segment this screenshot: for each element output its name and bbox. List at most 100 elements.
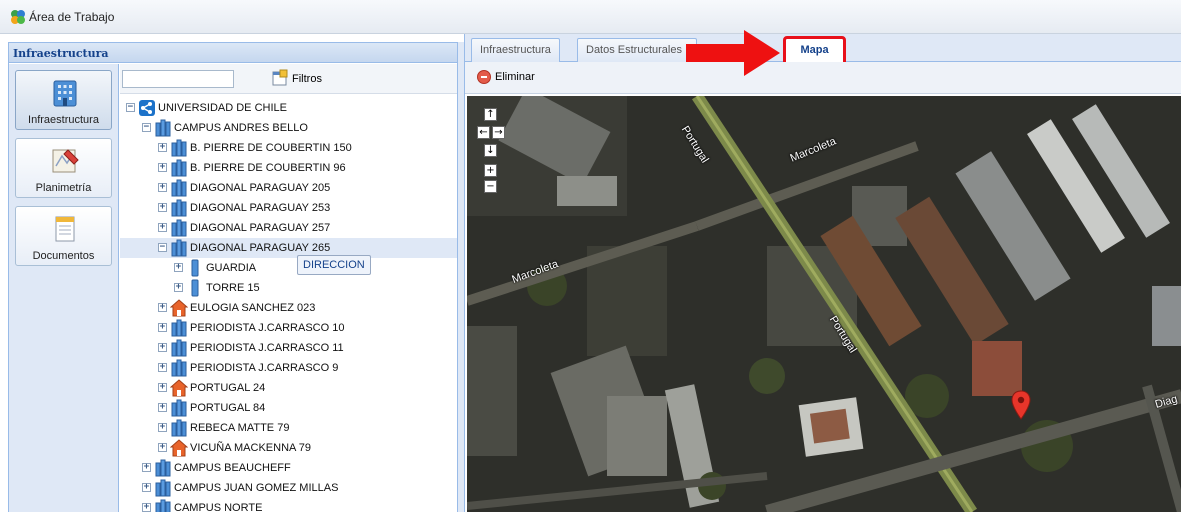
tree-node-label: DIAGONAL PARAGUAY 205: [190, 182, 331, 194]
building-icon: [171, 399, 187, 417]
tab-datos-estructurales[interactable]: Datos Estructurales: [577, 38, 697, 62]
tree-row[interactable]: + DIAGONAL PARAGUAY 257: [120, 218, 457, 238]
pan-up-control[interactable]: ↑: [484, 108, 497, 121]
map-toolbar: Eliminar: [465, 62, 1181, 94]
tower-icon: [191, 279, 199, 297]
collapse-icon[interactable]: −: [158, 243, 167, 252]
expand-icon[interactable]: +: [158, 363, 167, 372]
tree-node-label: PERIODISTA J.CARRASCO 11: [190, 342, 344, 354]
filter-toolbar: Filtros: [120, 64, 457, 94]
tree-row[interactable]: + PERIODISTA J.CARRASCO 10: [120, 318, 457, 338]
expand-icon[interactable]: +: [142, 483, 151, 492]
nav-documentos-button[interactable]: Documentos: [15, 206, 112, 266]
expand-icon[interactable]: +: [158, 163, 167, 172]
tree-row[interactable]: + PORTUGAL 84: [120, 398, 457, 418]
pan-down-control[interactable]: ↓: [484, 144, 497, 157]
building-icon: [171, 419, 187, 437]
zoom-out-control[interactable]: −: [484, 180, 497, 193]
tree-node-label: GUARDIA: [206, 262, 257, 274]
tree-row[interactable]: + PERIODISTA J.CARRASCO 9: [120, 358, 457, 378]
house-icon: [170, 379, 188, 397]
tree-area: Filtros − UNIVERSIDAD DE CHILE − CAMPUS AND…: [120, 64, 457, 512]
building-icon: [171, 139, 187, 157]
expand-icon[interactable]: +: [158, 303, 167, 312]
zoom-in-control[interactable]: +: [484, 164, 497, 177]
tree-row[interactable]: + PORTUGAL 24: [120, 378, 457, 398]
filters-label: Filtros: [292, 73, 322, 85]
tree-row[interactable]: − UNIVERSIDAD DE CHILE: [120, 98, 457, 118]
building-icon: [171, 219, 187, 237]
nav-label: Documentos: [32, 250, 95, 262]
expand-icon[interactable]: +: [158, 403, 167, 412]
expand-icon[interactable]: +: [158, 223, 167, 232]
satellite-map[interactable]: ↑ ← → ↓ + − Portugal Marcoleta Marcoleta…: [467, 96, 1181, 512]
tree-row[interactable]: + VICUÑA MACKENNA 79: [120, 438, 457, 458]
tree-row[interactable]: + B. PIERRE DE COUBERTIN 150: [120, 138, 457, 158]
expand-icon[interactable]: +: [158, 343, 167, 352]
tree-row[interactable]: + GUARDIA: [120, 258, 457, 278]
tree-row[interactable]: + DIAGONAL PARAGUAY 253: [120, 198, 457, 218]
tree-node-label: EULOGIA SANCHEZ 023: [190, 302, 316, 314]
expand-icon[interactable]: +: [158, 443, 167, 452]
tree-row[interactable]: + B. PIERRE DE COUBERTIN 96: [120, 158, 457, 178]
building-icon: [171, 239, 187, 257]
blueprint-icon: [52, 149, 79, 173]
tree-node-label: B. PIERRE DE COUBERTIN 96: [190, 162, 346, 174]
search-input[interactable]: [122, 70, 234, 88]
delete-label: Eliminar: [495, 71, 535, 83]
tree-row[interactable]: + PERIODISTA J.CARRASCO 11: [120, 338, 457, 358]
expand-icon[interactable]: +: [158, 383, 167, 392]
expand-icon[interactable]: +: [158, 143, 167, 152]
tab-mapa[interactable]: Mapa: [783, 36, 846, 65]
tree-row[interactable]: + EULOGIA SANCHEZ 023: [120, 298, 457, 318]
content-panel: Infraestructura Datos Estructurales Mapa…: [464, 34, 1181, 512]
tree-row[interactable]: + DIAGONAL PARAGUAY 205: [120, 178, 457, 198]
building-icon: [171, 319, 187, 337]
tree-row[interactable]: − DIAGONAL PARAGUAY 265: [120, 238, 457, 258]
campus-icon: [155, 459, 171, 477]
tree-node-label: CAMPUS BEAUCHEFF: [174, 462, 291, 474]
expand-icon[interactable]: +: [158, 183, 167, 192]
app-title: Área de Trabajo: [29, 10, 115, 24]
expand-icon[interactable]: +: [158, 203, 167, 212]
nav-infraestructura-button[interactable]: Infraestructura: [15, 70, 112, 130]
campus-icon: [155, 499, 171, 512]
building-icon: [171, 359, 187, 377]
tab-infraestructura[interactable]: Infraestructura: [471, 38, 560, 62]
annotation-arrow-icon: [686, 30, 780, 76]
tree-row[interactable]: − CAMPUS ANDRES BELLO: [120, 118, 457, 138]
pan-left-control[interactable]: ←: [477, 126, 490, 139]
pan-right-control[interactable]: →: [492, 126, 505, 139]
tree-node-label: UNIVERSIDAD DE CHILE: [158, 102, 287, 114]
tree-node-label: PORTUGAL 84: [190, 402, 266, 414]
map-pin-icon[interactable]: [1011, 390, 1031, 420]
nav-planimetria-button[interactable]: Planimetría: [15, 138, 112, 198]
campus-icon: [155, 119, 171, 137]
workspace-logo-icon: [11, 10, 25, 24]
tree-row[interactable]: + CAMPUS BEAUCHEFF: [120, 458, 457, 478]
expand-icon[interactable]: +: [174, 283, 183, 292]
expand-icon[interactable]: +: [158, 423, 167, 432]
tree-row[interactable]: + CAMPUS JUAN GOMEZ MILLAS: [120, 478, 457, 498]
map-imagery: [467, 96, 1181, 512]
nav-label: Infraestructura: [28, 114, 99, 126]
tree-node-label: TORRE 15: [206, 282, 260, 294]
tree-node-label: CAMPUS NORTE: [174, 502, 263, 512]
expand-icon[interactable]: +: [174, 263, 183, 272]
building-icon: [171, 159, 187, 177]
expand-icon[interactable]: +: [158, 323, 167, 332]
collapse-icon[interactable]: −: [142, 123, 151, 132]
expand-icon[interactable]: +: [142, 503, 151, 512]
house-icon: [170, 299, 188, 317]
tab-strip: Infraestructura Datos Estructurales Mapa: [465, 34, 1181, 65]
expand-icon[interactable]: +: [142, 463, 151, 472]
building-icon: [171, 179, 187, 197]
tree-row[interactable]: + CAMPUS NORTE: [120, 498, 457, 512]
collapse-icon[interactable]: −: [126, 103, 135, 112]
infrastructure-panel: Infraestructura Infraestructura Planimet…: [8, 42, 458, 512]
house-icon: [170, 439, 188, 457]
tree-node-label: CAMPUS JUAN GOMEZ MILLAS: [174, 482, 339, 494]
tree-row[interactable]: + TORRE 15: [120, 278, 457, 298]
nav-sidebar: Infraestructura Planimetría Documentos: [9, 64, 119, 512]
tree-row[interactable]: + REBECA MATTE 79: [120, 418, 457, 438]
